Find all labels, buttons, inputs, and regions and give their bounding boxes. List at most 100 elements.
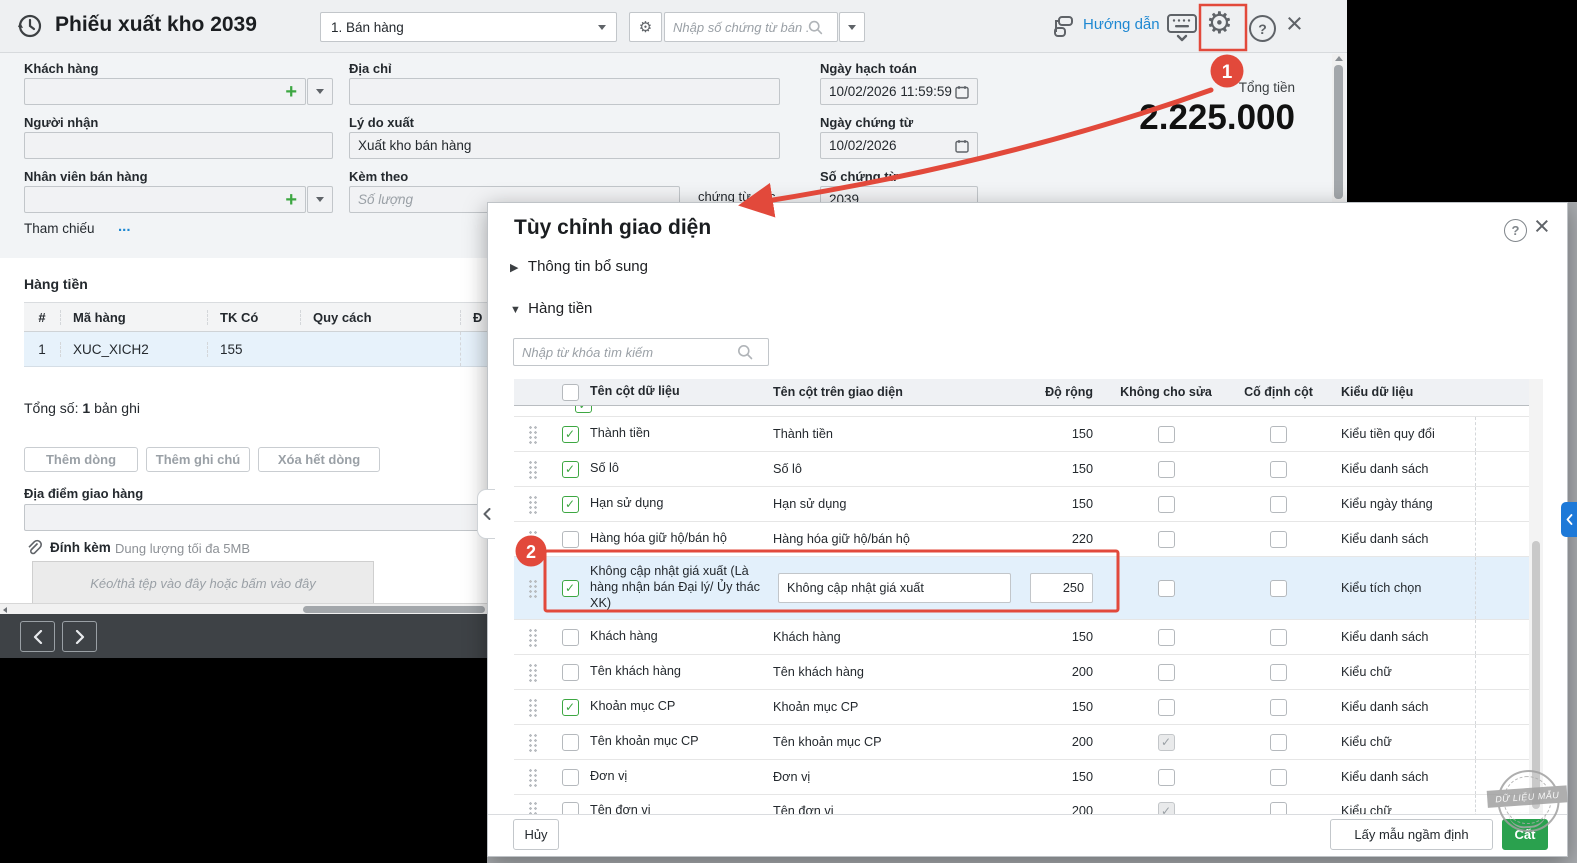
drag-handle-cell[interactable] bbox=[514, 530, 550, 549]
khach-hang-dropdown-button[interactable] bbox=[307, 78, 333, 105]
row-checkbox-cell[interactable]: ✓ bbox=[550, 496, 590, 513]
row-checkbox-cell[interactable] bbox=[550, 802, 590, 814]
section-thong-tin-bo-sung[interactable]: ▶ Thông tin bổ sung bbox=[510, 258, 648, 275]
col-fixed-header[interactable]: Cố định cột bbox=[1231, 385, 1326, 399]
h-scrollbar-thumb[interactable] bbox=[303, 606, 485, 613]
drag-handle-cell[interactable] bbox=[514, 698, 550, 717]
col-display-header[interactable]: Tên cột trên giao diện bbox=[773, 385, 951, 399]
fixed-checkbox[interactable] bbox=[1270, 629, 1287, 646]
row-checkbox-cell[interactable] bbox=[550, 769, 590, 786]
doc-search-box[interactable] bbox=[664, 12, 838, 42]
drag-handle-cell[interactable] bbox=[514, 460, 550, 479]
col-readonly-header[interactable]: Không cho sửa bbox=[1101, 385, 1231, 399]
display-name-input[interactable] bbox=[778, 573, 1011, 603]
readonly-checkbox[interactable]: ✓ bbox=[1158, 802, 1175, 814]
column-row[interactable]: Tên khách hàngTên khách hàng200Kiểu chữ bbox=[514, 655, 1530, 690]
readonly-checkbox[interactable]: ✓ bbox=[1158, 734, 1175, 751]
scroll-left-icon[interactable] bbox=[3, 607, 7, 613]
drag-handle-cell[interactable] bbox=[514, 801, 550, 814]
drag-handle-icon[interactable] bbox=[528, 768, 537, 787]
help-icon[interactable]: ? bbox=[1249, 15, 1276, 42]
row-checkbox-cell[interactable] bbox=[550, 664, 590, 681]
drag-handle-cell[interactable] bbox=[514, 628, 550, 647]
fixed-checkbox[interactable] bbox=[1270, 461, 1287, 478]
scroll-up-icon[interactable] bbox=[1335, 56, 1343, 61]
voucher-type-select[interactable]: 1. Bán hàng bbox=[320, 12, 617, 42]
readonly-checkbox-cell[interactable] bbox=[1101, 664, 1231, 681]
readonly-checkbox-cell[interactable] bbox=[1101, 580, 1231, 597]
row-checkbox-cell[interactable]: ✓ bbox=[550, 426, 590, 443]
xoa-het-dong-button[interactable]: Xóa hết dòng bbox=[258, 447, 380, 472]
col-quy-cach[interactable]: Quy cách bbox=[300, 310, 460, 325]
dialog-search-input[interactable] bbox=[522, 345, 737, 360]
readonly-checkbox[interactable] bbox=[1158, 580, 1175, 597]
column-row[interactable]: ✓Số lôSố lô150Kiểu danh sách bbox=[514, 452, 1530, 487]
row-checkbox[interactable]: ✓ bbox=[562, 580, 579, 597]
drag-handle-icon[interactable] bbox=[528, 579, 537, 598]
guide-link[interactable]: Hướng dẫn bbox=[1083, 16, 1160, 33]
fixed-checkbox-cell[interactable] bbox=[1231, 699, 1326, 716]
them-ghi-chu-button[interactable]: Thêm ghi chú bbox=[146, 447, 250, 472]
column-row[interactable]: Tên khoản mục CPTên khoản mục CP200✓Kiểu… bbox=[514, 725, 1530, 760]
nguoi-nhan-input[interactable] bbox=[24, 132, 333, 159]
drag-handle-cell[interactable] bbox=[514, 425, 550, 444]
ly-do-xuat-input[interactable]: Xuất kho bán hàng bbox=[349, 132, 780, 159]
column-row[interactable]: Đơn vịĐơn vị150Kiểu danh sách bbox=[514, 760, 1530, 795]
add-icon[interactable]: + bbox=[285, 82, 297, 102]
row-checkbox[interactable] bbox=[562, 664, 579, 681]
them-dong-button[interactable]: Thêm dòng bbox=[24, 447, 138, 472]
drag-handle-icon[interactable] bbox=[528, 733, 537, 752]
readonly-checkbox[interactable] bbox=[1158, 531, 1175, 548]
row-checkbox-cell[interactable]: ✓ bbox=[550, 580, 590, 597]
nhan-vien-input[interactable]: + bbox=[24, 186, 306, 213]
column-row[interactable]: Khách hàngKhách hàng150Kiểu danh sách bbox=[514, 620, 1530, 655]
readonly-checkbox-cell[interactable]: ✓ bbox=[1101, 734, 1231, 751]
fixed-checkbox[interactable] bbox=[1270, 664, 1287, 681]
row-checkbox[interactable]: ✓ bbox=[562, 699, 579, 716]
fixed-checkbox-cell[interactable] bbox=[1231, 734, 1326, 751]
col-tk-co[interactable]: TK Có bbox=[207, 310, 300, 325]
fixed-checkbox[interactable] bbox=[1270, 580, 1287, 597]
readonly-checkbox[interactable] bbox=[1158, 699, 1175, 716]
col-clipped[interactable]: Đ bbox=[460, 310, 487, 325]
settings-icon[interactable]: ⚙ bbox=[1206, 9, 1233, 39]
fixed-checkbox-cell[interactable] bbox=[1231, 580, 1326, 597]
row-checkbox[interactable]: ✓ bbox=[562, 426, 579, 443]
column-row[interactable]: ✓Thành tiềnThành tiền150Kiểu tiền quy đổ… bbox=[514, 417, 1530, 452]
dialog-close-icon[interactable]: × bbox=[1534, 211, 1550, 242]
dia-chi-input[interactable] bbox=[349, 78, 780, 105]
dialog-help-icon[interactable]: ? bbox=[1504, 219, 1527, 242]
fixed-checkbox-cell[interactable] bbox=[1231, 664, 1326, 681]
fixed-checkbox-cell[interactable] bbox=[1231, 769, 1326, 786]
select-all-checkbox[interactable] bbox=[562, 384, 579, 401]
drag-handle-icon[interactable] bbox=[528, 530, 537, 549]
fixed-checkbox-cell[interactable] bbox=[1231, 426, 1326, 443]
row-checkbox-cell[interactable] bbox=[550, 531, 590, 548]
col-width-header[interactable]: Độ rộng bbox=[951, 385, 1101, 399]
fixed-checkbox[interactable] bbox=[1270, 734, 1287, 751]
doc-search-dropdown-button[interactable] bbox=[839, 12, 865, 42]
calendar-icon[interactable] bbox=[955, 139, 969, 153]
drag-handle-cell[interactable] bbox=[514, 768, 550, 787]
readonly-checkbox-cell[interactable] bbox=[1101, 496, 1231, 513]
fixed-checkbox[interactable] bbox=[1270, 769, 1287, 786]
fixed-checkbox-cell[interactable] bbox=[1231, 461, 1326, 478]
doc-settings-button[interactable]: ⚙ bbox=[629, 12, 662, 42]
doc-search-icon[interactable] bbox=[808, 20, 823, 35]
width-input[interactable] bbox=[1030, 573, 1093, 603]
tham-chieu-more-link[interactable]: ... bbox=[118, 218, 131, 235]
readonly-checkbox-cell[interactable] bbox=[1101, 769, 1231, 786]
readonly-checkbox-cell[interactable] bbox=[1101, 531, 1231, 548]
ngay-chung-tu-input[interactable]: 10/02/2026 bbox=[820, 132, 978, 159]
col-stt[interactable]: # bbox=[24, 310, 60, 325]
readonly-checkbox-cell[interactable] bbox=[1101, 699, 1231, 716]
readonly-checkbox[interactable] bbox=[1158, 629, 1175, 646]
row-checkbox[interactable] bbox=[562, 629, 579, 646]
close-icon[interactable]: × bbox=[1286, 8, 1303, 41]
khach-hang-input[interactable]: + bbox=[24, 78, 306, 105]
drag-handle-icon[interactable] bbox=[528, 801, 537, 814]
fixed-checkbox-cell[interactable] bbox=[1231, 531, 1326, 548]
readonly-checkbox[interactable] bbox=[1158, 426, 1175, 443]
dia-diem-input[interactable] bbox=[24, 504, 484, 531]
col-name-header[interactable]: Tên cột dữ liệu bbox=[590, 384, 773, 400]
